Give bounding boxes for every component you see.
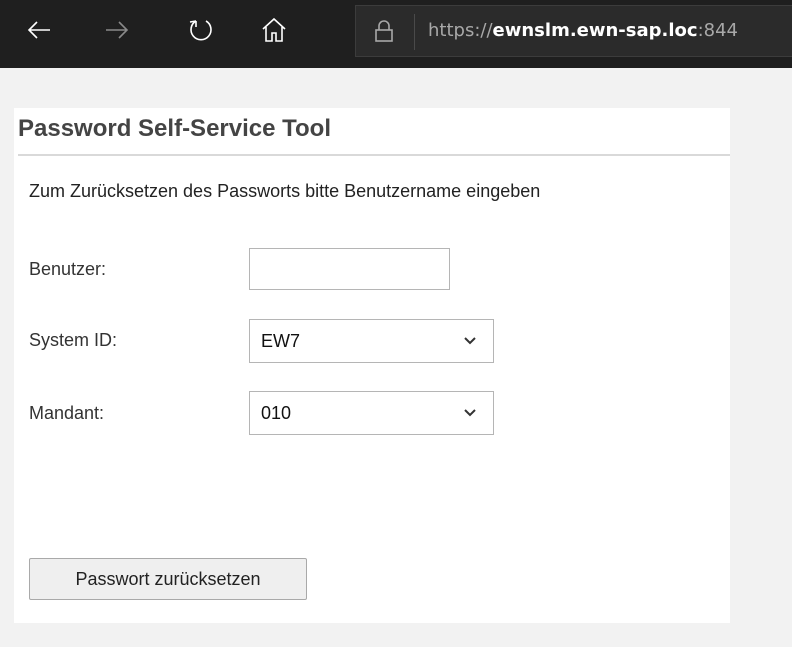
url-scheme: https://	[428, 20, 493, 41]
refresh-icon	[189, 20, 212, 41]
page-title: Password Self-Service Tool	[18, 115, 331, 142]
chevron-down-icon	[464, 337, 476, 345]
url-host: ewnslm.ewn-sap.loc	[492, 20, 698, 41]
system-id-value: EW7	[261, 331, 301, 351]
back-arrow-icon	[27, 21, 50, 39]
instruction-text: Zum Zurücksetzen des Passworts bitte Ben…	[29, 181, 541, 201]
lock-icon	[375, 20, 393, 42]
home-icon	[262, 17, 286, 42]
title-divider	[18, 154, 730, 156]
user-input[interactable]	[249, 248, 450, 290]
reset-password-button[interactable]: Passwort zurücksetzen	[29, 558, 307, 600]
client-label: Mandant:	[29, 403, 105, 423]
forward-arrow-icon	[106, 21, 129, 39]
address-divider	[414, 14, 415, 50]
url-text[interactable]: https://ewnslm.ewn-sap.loc:844	[428, 20, 738, 41]
refresh-button[interactable]	[181, 10, 221, 50]
url-port: :844	[697, 20, 738, 41]
forward-button[interactable]	[97, 10, 137, 50]
chevron-down-icon	[464, 409, 476, 417]
system-id-select[interactable]: EW7	[249, 319, 494, 363]
client-select[interactable]: 010	[249, 391, 494, 435]
back-button[interactable]	[19, 10, 59, 50]
user-label: Benutzer:	[29, 259, 107, 279]
browser-toolbar: https://ewnslm.ewn-sap.loc:844	[0, 0, 792, 68]
home-button[interactable]	[254, 10, 294, 50]
client-value: 010	[261, 403, 292, 423]
system-id-label: System ID:	[29, 330, 118, 350]
address-bar[interactable]: https://ewnslm.ewn-sap.loc:844	[355, 5, 792, 57]
